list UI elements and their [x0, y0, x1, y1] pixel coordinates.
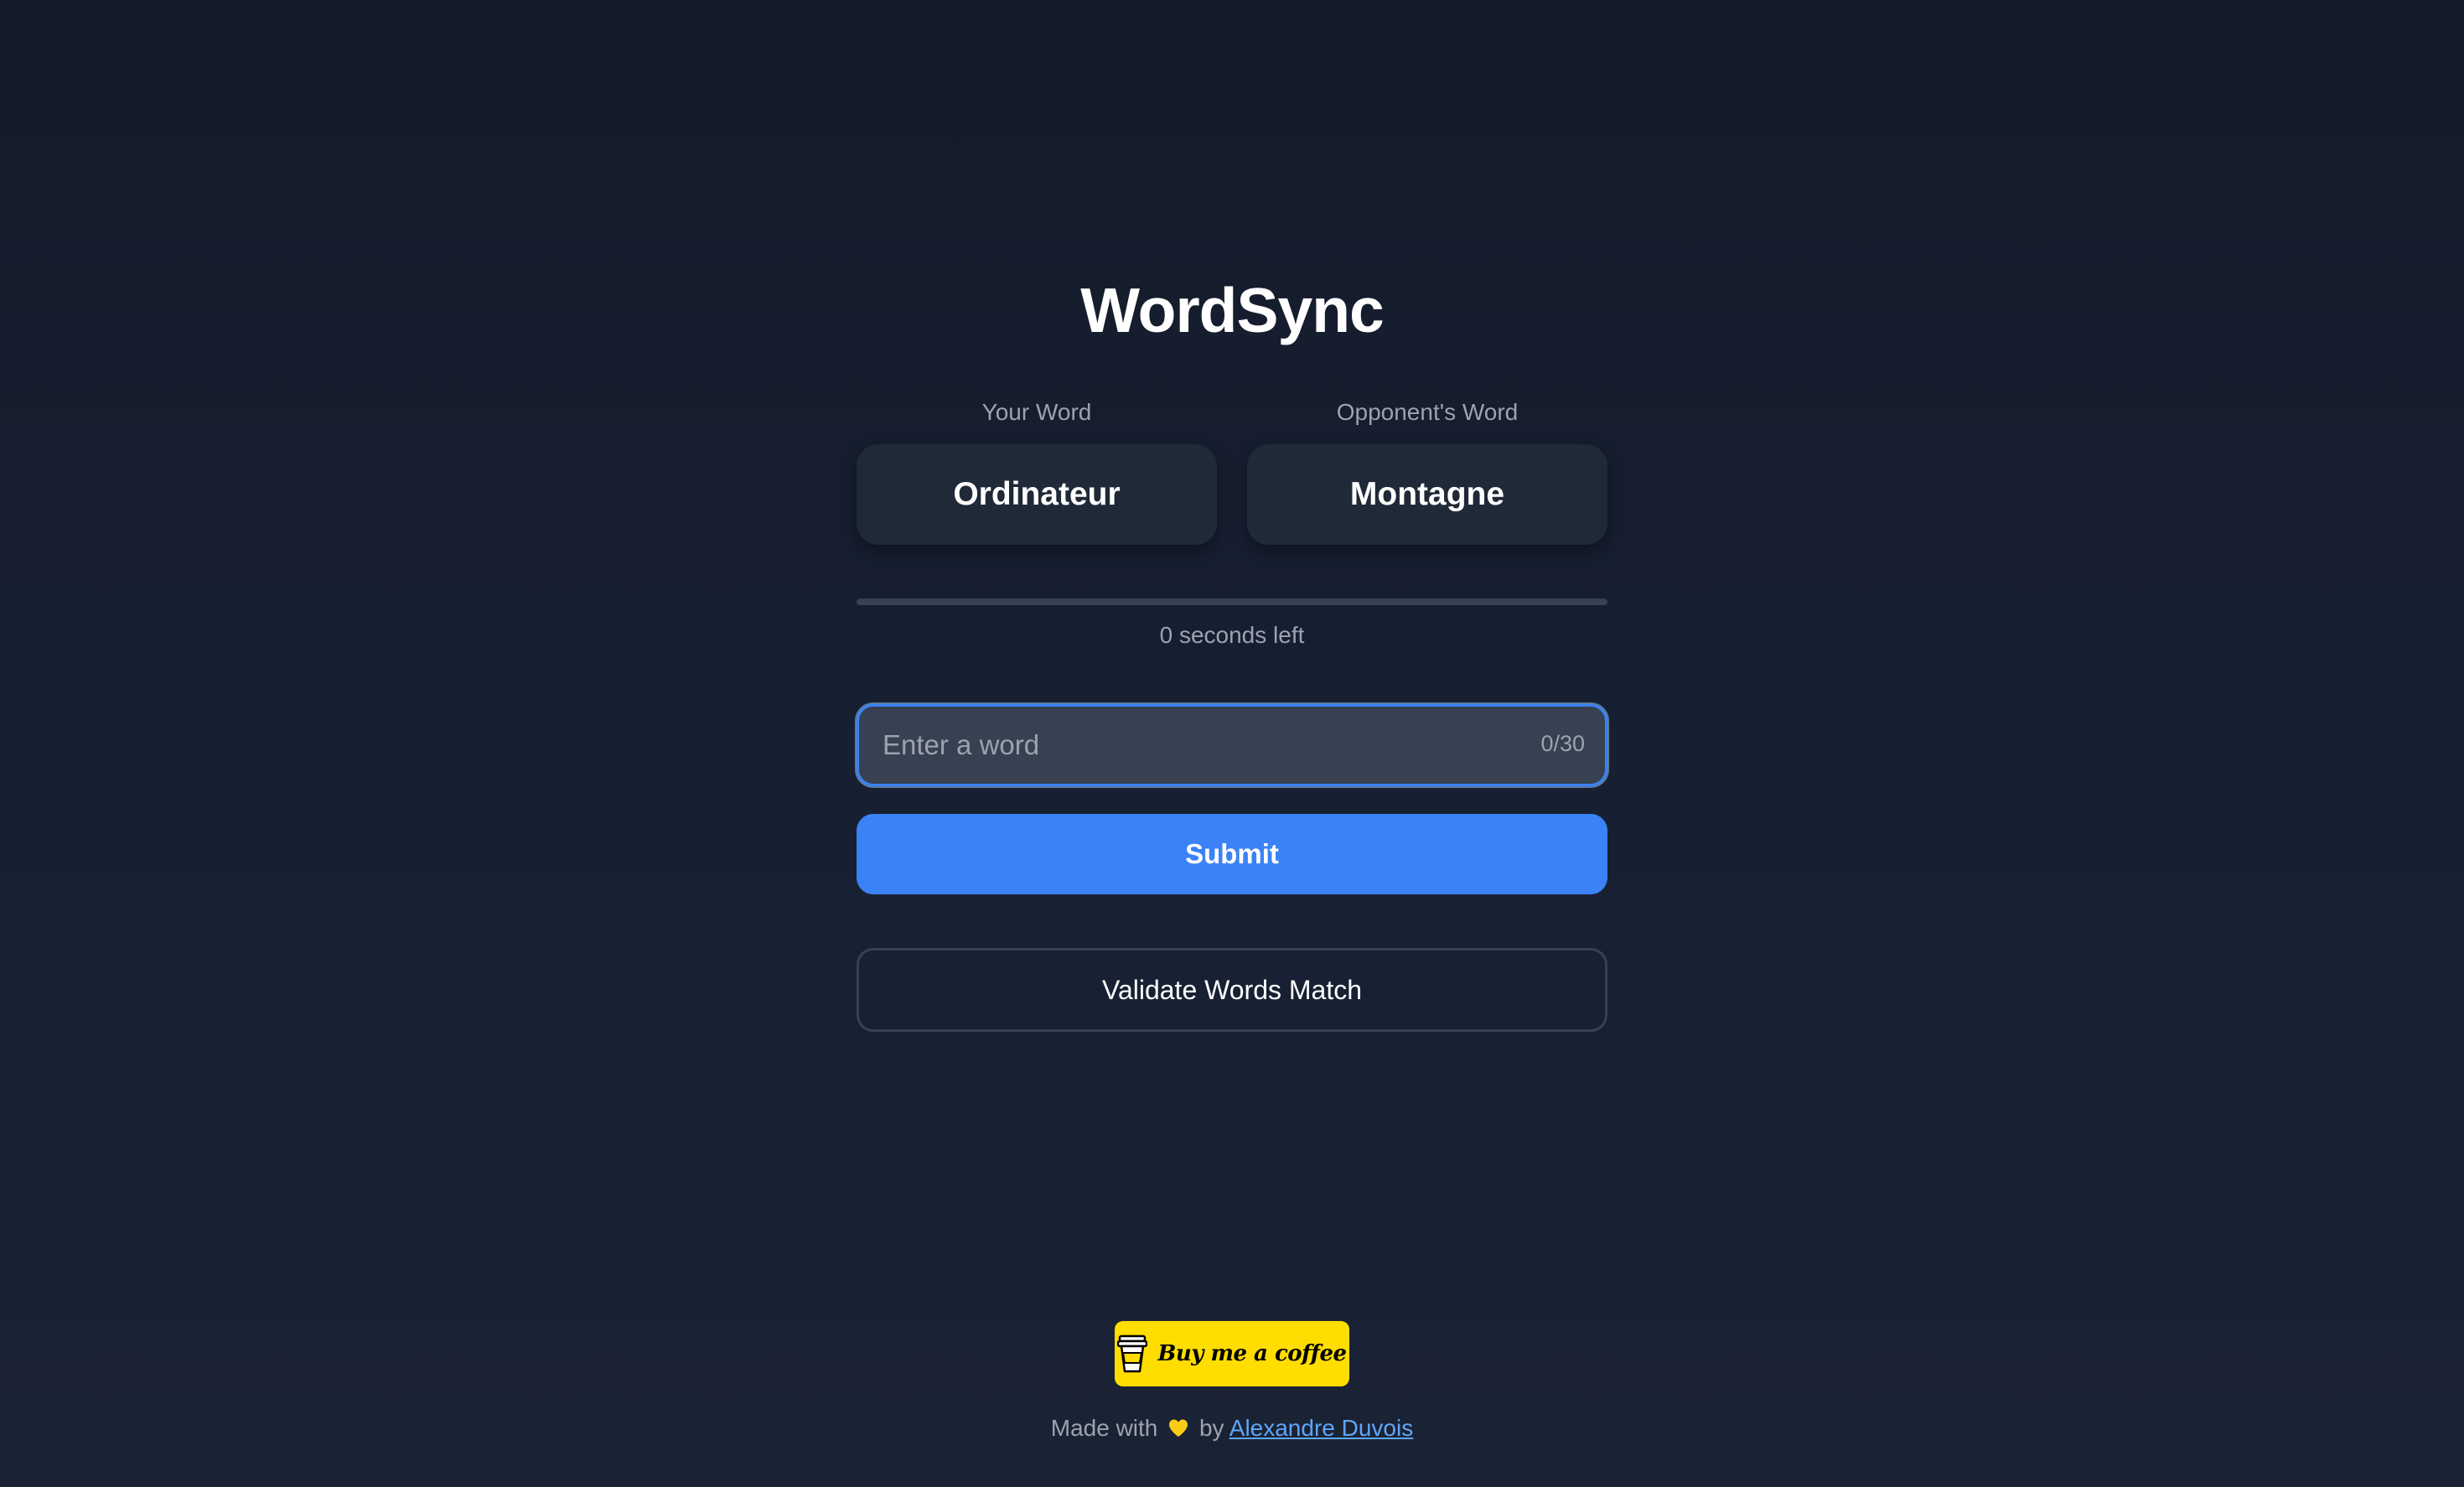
page-title: WordSync: [1080, 275, 1385, 345]
word-input[interactable]: [883, 707, 1519, 784]
your-word-column: Your Word Ordinateur: [857, 396, 1217, 545]
words-panel: Your Word Ordinateur Opponent's Word Mon…: [857, 396, 1607, 545]
opponent-word-label: Opponent's Word: [1336, 399, 1519, 425]
your-word-card: Ordinateur: [857, 444, 1217, 545]
timer-text: 0 seconds left: [1159, 622, 1305, 648]
opponent-word-column: Opponent's Word Montagne: [1247, 396, 1607, 545]
char-counter: 0/30: [1540, 731, 1585, 756]
buy-me-a-coffee-button[interactable]: Buy me a coffee: [1115, 1321, 1349, 1386]
coffee-cup-icon: [1117, 1334, 1148, 1373]
opponent-word-card: Montagne: [1247, 444, 1607, 545]
your-word-label: Your Word: [981, 399, 1092, 425]
made-with-credit: Made with by Alexandre Duvois: [1051, 1412, 1413, 1445]
by-text: by: [1198, 1415, 1224, 1441]
buy-me-a-coffee-label: Buy me a coffee: [1157, 1341, 1347, 1366]
made-with-text: Made with: [1050, 1415, 1158, 1441]
word-input-container: 0/30: [857, 704, 1607, 786]
submit-button[interactable]: Submit: [857, 814, 1607, 894]
heart-icon: [1169, 1419, 1188, 1437]
footer: Buy me a coffee Made with by Alexandre D…: [0, 1321, 2464, 1445]
author-link[interactable]: Alexandre Duvois: [1229, 1415, 1413, 1441]
validate-words-match-button[interactable]: Validate Words Match: [857, 948, 1607, 1032]
timer-progress-bar: [857, 598, 1607, 605]
